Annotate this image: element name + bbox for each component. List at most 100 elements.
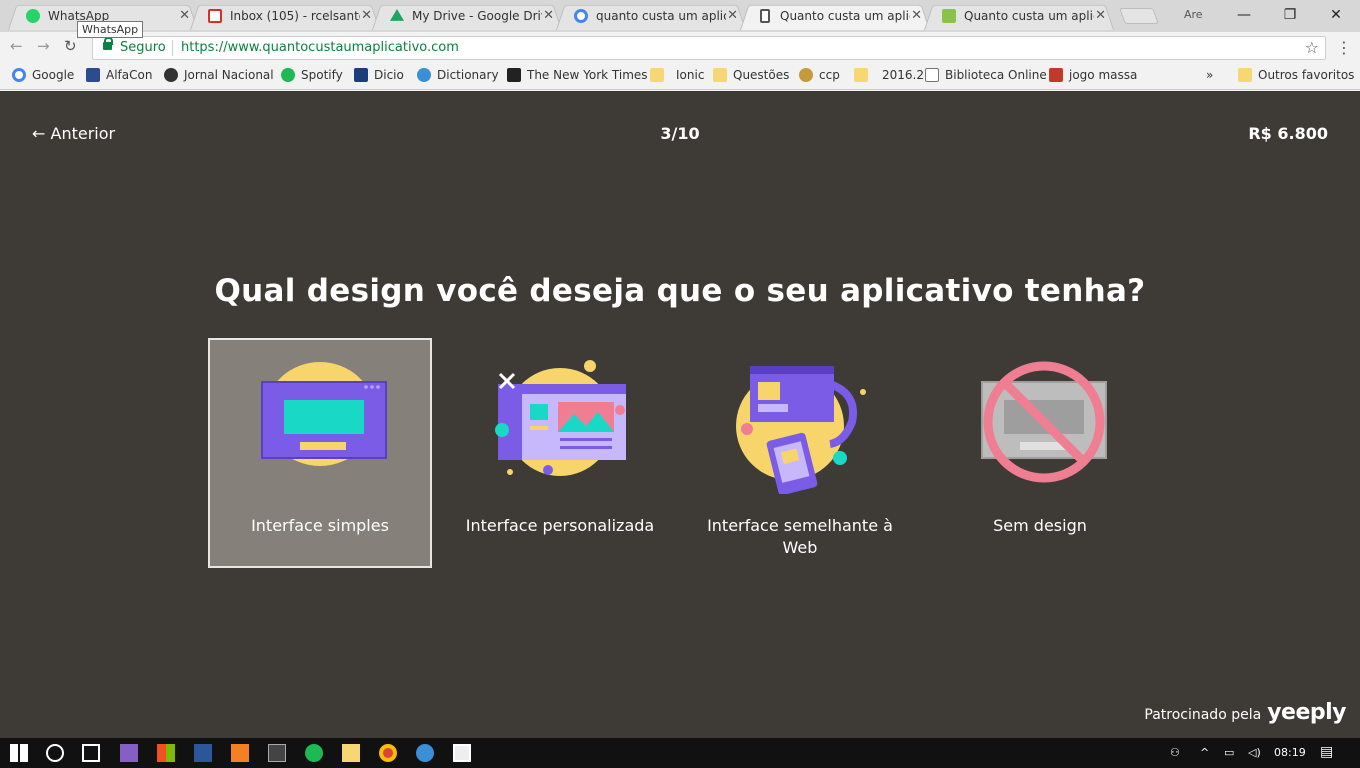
task-view-icon[interactable] [82, 744, 100, 762]
sublime-text-icon[interactable] [231, 744, 249, 762]
bookmark-label: Jornal Nacional [184, 68, 274, 82]
bookmark-dictionary[interactable]: Dictionary [417, 68, 499, 82]
tab-title: My Drive - Google Drive [412, 9, 542, 23]
option-sem-design[interactable]: Sem design [928, 338, 1152, 568]
url-text[interactable]: https://www.quantocustaumaplicativo.com [181, 40, 459, 55]
volume-icon[interactable]: ◁) [1248, 746, 1261, 759]
dicio-icon [354, 68, 368, 82]
terminal-icon[interactable] [268, 744, 286, 762]
close-tab-icon[interactable]: ✕ [361, 8, 372, 23]
bookmark-label: jogo massa [1069, 68, 1138, 82]
app-favicon-icon [942, 9, 956, 23]
new-tab-button[interactable] [1119, 8, 1159, 24]
bookmark-jogo-massa[interactable]: jogo massa [1049, 68, 1137, 82]
bookmark-spotify[interactable]: Spotify [281, 68, 343, 82]
word-icon[interactable] [194, 744, 212, 762]
search-icon[interactable] [46, 744, 64, 762]
page-content: ← Anterior 3/10 R$ 6.800 Qual design voc… [0, 91, 1360, 738]
clock[interactable]: 08:19 [1274, 746, 1306, 759]
photos-icon[interactable] [453, 744, 471, 762]
option-interface-simples[interactable]: Interface simples [208, 338, 432, 568]
windows-start-icon[interactable] [10, 744, 28, 762]
close-window-icon[interactable]: ✕ [1314, 4, 1358, 26]
browser-menu-icon[interactable]: ⋮ [1336, 38, 1352, 57]
spotify-icon[interactable] [305, 744, 323, 762]
network-icon[interactable]: ▭ [1224, 746, 1234, 759]
page-icon [925, 68, 939, 82]
visual-studio-icon[interactable] [120, 744, 138, 762]
simple-interface-illustration [261, 362, 387, 466]
bookmark-label: Questões [733, 68, 790, 82]
secure-label: Seguro [120, 40, 166, 55]
tab-strip: WhatsApp ✕ Inbox (105) - rcelsantos ✕ My… [0, 0, 1360, 32]
bookmark-label: Spotify [301, 68, 343, 82]
bookmarks-overflow-button[interactable]: » [1206, 68, 1213, 82]
office-icon[interactable] [157, 744, 175, 762]
close-tab-icon[interactable]: ✕ [179, 8, 190, 23]
forward-arrow-icon[interactable]: → [37, 37, 50, 55]
option-label: Interface semelhante à Web [707, 516, 893, 557]
bookmark-biblioteca-online[interactable]: Biblioteca Online [925, 68, 1047, 82]
k-icon [1049, 68, 1063, 82]
tab-title: Quanto custa um aplicativo [780, 9, 910, 23]
bookmark-folder-2016-2[interactable]: 2016.2 [854, 68, 924, 82]
bookmark-label: Biblioteca Online [945, 68, 1047, 82]
bookmark-label: Dictionary [437, 68, 499, 82]
divider [172, 40, 173, 56]
bookmark-alfacon[interactable]: AlfaCon [86, 68, 152, 82]
bookmark-star-icon[interactable]: ☆ [1305, 38, 1319, 57]
alfacon-icon [86, 68, 100, 82]
app-icon[interactable] [416, 744, 434, 762]
close-tab-icon[interactable]: ✕ [1095, 8, 1106, 23]
tab-google-drive[interactable]: My Drive - Google Drive ✕ [372, 2, 562, 30]
bookmark-folder-ionic[interactable]: Ionic [650, 68, 704, 82]
reload-icon[interactable]: ↻ [64, 37, 77, 55]
file-explorer-icon[interactable] [342, 744, 360, 762]
close-tab-icon[interactable]: ✕ [543, 8, 554, 23]
sponsor-text: Patrocinado pela [1144, 707, 1262, 723]
people-icon[interactable]: ⚇ [1170, 746, 1180, 759]
folder-icon [1238, 68, 1252, 82]
bookmark-label: Google [32, 68, 75, 82]
whatsapp-icon [26, 9, 40, 23]
ccp-icon [799, 68, 813, 82]
option-label: Interface simples [251, 516, 389, 535]
tab-tooltip: WhatsApp [77, 21, 144, 38]
tab-title: Inbox (105) - rcelsantos [230, 9, 360, 23]
bookmark-google[interactable]: Google [12, 68, 74, 82]
bookmark-ccp[interactable]: ccp [799, 68, 840, 82]
sponsor-credit[interactable]: Patrocinado pela yeeply [1144, 700, 1346, 725]
chrome-icon[interactable] [379, 744, 397, 762]
option-label: Interface personalizada [465, 516, 655, 535]
bookmark-jornal-nacional[interactable]: Jornal Nacional [164, 68, 274, 82]
tab-active-quanto-custa[interactable]: Quanto custa um aplicativo ✕ [740, 2, 930, 30]
back-arrow-icon[interactable]: ← [10, 37, 23, 55]
no-design-illustration [981, 361, 1107, 483]
folder-icon [650, 68, 664, 82]
tab-quanto-custa-2[interactable]: Quanto custa um aplicativo ✕ [924, 2, 1114, 30]
bookmarks-bar: Google AlfaCon Jornal Nacional Spotify D… [0, 64, 1360, 90]
close-tab-icon[interactable]: ✕ [727, 8, 738, 23]
tab-title: Quanto custa um aplicativo [964, 9, 1094, 23]
lock-icon [103, 37, 113, 50]
address-bar[interactable]: Seguro https://www.quantocustaumaplicati… [92, 36, 1326, 60]
minimize-icon[interactable]: — [1222, 4, 1266, 26]
option-label: Sem design [993, 516, 1087, 535]
show-hidden-icons-icon[interactable]: ^ [1200, 746, 1209, 759]
bookmark-label: 2016.2 [882, 68, 924, 82]
bookmark-nytimes[interactable]: The New York Times [507, 68, 648, 82]
option-interface-semelhante-web[interactable]: Interface semelhante à Web [688, 338, 912, 568]
custom-interface-illustration [495, 360, 626, 476]
restore-icon[interactable]: ❐ [1268, 4, 1312, 26]
bookmark-other-favorites[interactable]: Outros favoritos [1238, 68, 1354, 82]
close-tab-icon[interactable]: ✕ [911, 8, 922, 23]
option-interface-personalizada[interactable]: Interface personalizada [448, 338, 672, 568]
spotify-icon [281, 68, 295, 82]
action-center-icon[interactable]: ▤ [1320, 744, 1333, 760]
globe-icon [417, 68, 431, 82]
bookmark-folder-questoes[interactable]: Questões [713, 68, 789, 82]
tab-google-search[interactable]: quanto custa um aplicativo ✕ [556, 2, 746, 30]
profile-name[interactable]: Are [1184, 8, 1203, 21]
tab-gmail[interactable]: Inbox (105) - rcelsantos ✕ [190, 2, 380, 30]
bookmark-dicio[interactable]: Dicio [354, 68, 404, 82]
